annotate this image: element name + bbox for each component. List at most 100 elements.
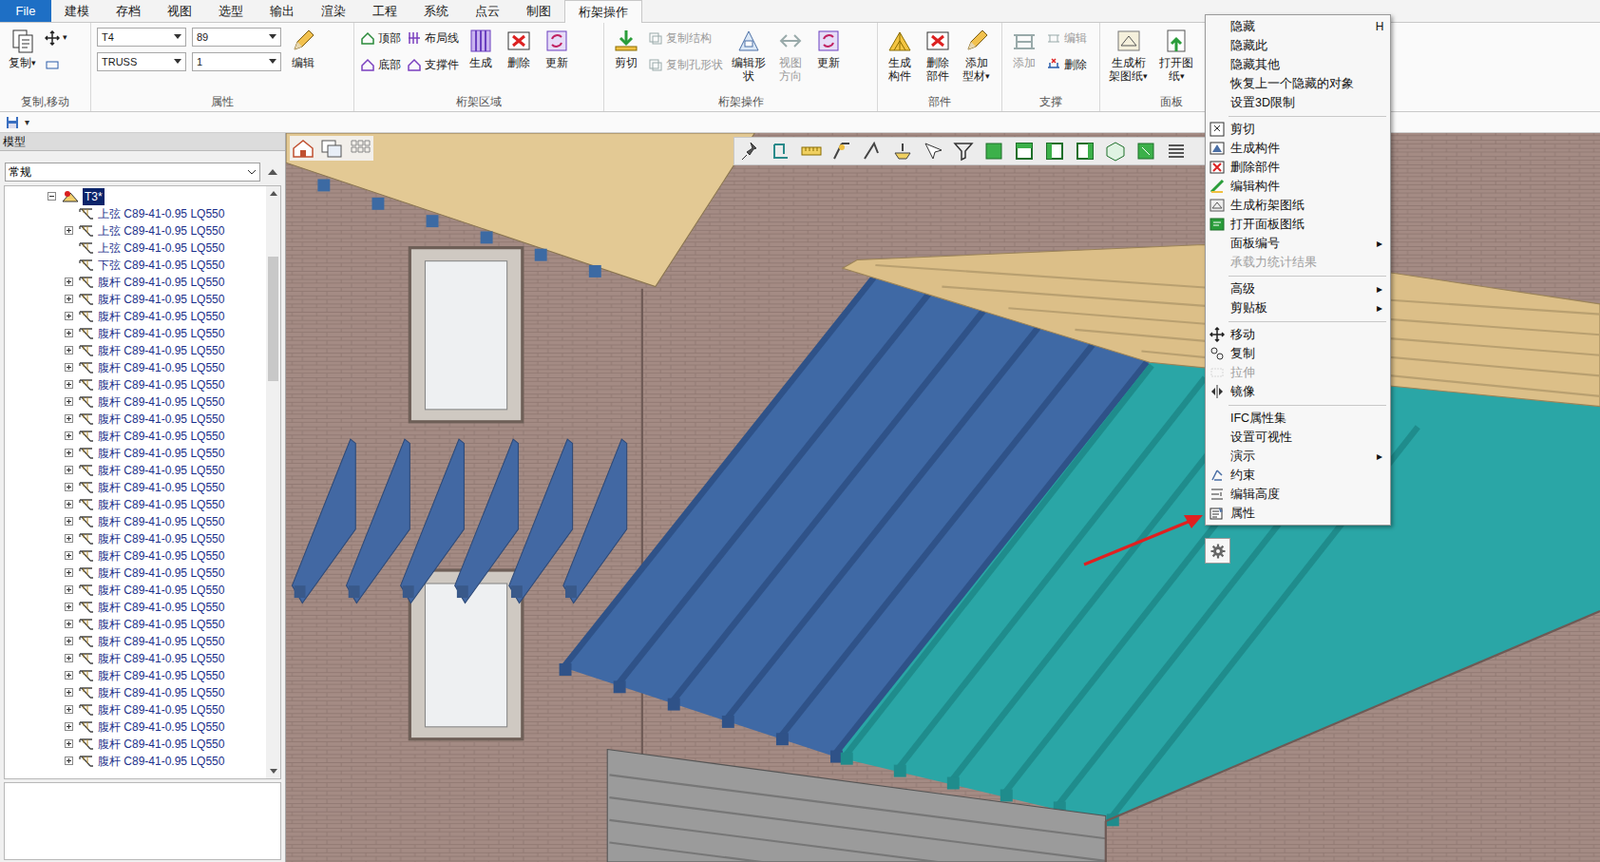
scroll-thumb[interactable] xyxy=(267,256,279,381)
tree-expander[interactable] xyxy=(64,619,76,630)
menu-item[interactable]: 属性 xyxy=(1205,503,1391,523)
ribbon-tab[interactable]: 工程 xyxy=(359,0,411,22)
tree-item[interactable]: 腹杆 C89-41-0.95 LQ550 xyxy=(4,495,281,514)
menu-item[interactable]: 恢复上一个隐藏的对象 xyxy=(1205,74,1391,94)
property-combo[interactable]: 1 xyxy=(191,52,282,72)
ribbon-tab[interactable]: 输出 xyxy=(256,0,308,22)
ribbon-tab[interactable]: File xyxy=(0,0,52,22)
ribbon-tab[interactable]: 桁架操作 xyxy=(564,0,643,23)
ribbon-button[interactable]: 视图方向 xyxy=(774,27,807,83)
ribbon-small-button[interactable]: 布局线 xyxy=(406,27,459,49)
tree-item[interactable]: 腹杆 C89-41-0.95 LQ550 xyxy=(4,427,281,445)
tree-item[interactable]: 腹杆 C89-41-0.95 LQ550 xyxy=(4,444,281,462)
menu-item[interactable]: 面板编号▸ xyxy=(1205,233,1391,253)
tree-item[interactable]: 腹杆 C89-41-0.95 LQ550 xyxy=(4,718,281,736)
ribbon-tab[interactable]: 选型 xyxy=(205,0,257,22)
ribbon-tab[interactable]: 建模 xyxy=(51,0,103,22)
ribbon-button[interactable]: 添加 xyxy=(1008,27,1041,70)
menu-item[interactable]: 高级▸ xyxy=(1205,279,1391,299)
ribbon-tab[interactable]: 存档 xyxy=(102,0,154,22)
tree-expander[interactable] xyxy=(64,499,76,511)
tree-item[interactable]: 腹杆 C89-41-0.95 LQ550 xyxy=(4,342,281,360)
tree-item[interactable]: 腹杆 C89-41-0.95 LQ550 xyxy=(4,478,281,496)
tree-expander[interactable] xyxy=(64,636,76,648)
tree-expander[interactable] xyxy=(64,670,76,682)
tree-expander[interactable] xyxy=(64,277,76,288)
menu-item[interactable]: 设置可视性 xyxy=(1205,427,1391,447)
tree-expander[interactable] xyxy=(64,397,76,408)
filter-dropdown[interactable]: 常规 xyxy=(4,162,261,182)
tree-expander[interactable] xyxy=(64,739,76,750)
ribbon-button[interactable]: 更新 xyxy=(812,27,845,70)
tree-item[interactable]: 腹杆 C89-41-0.95 LQ550 xyxy=(4,649,281,667)
menu-item[interactable]: 隐藏此 xyxy=(1205,36,1391,56)
tree-item[interactable]: 腹杆 C89-41-0.95 LQ550 xyxy=(4,735,281,753)
menu-item[interactable]: 复制 xyxy=(1205,343,1391,363)
menu-item[interactable]: 生成构件 xyxy=(1205,138,1391,158)
tree-item[interactable]: 腹杆 C89-41-0.95 LQ550 xyxy=(4,273,281,291)
ribbon-tab[interactable]: 制图 xyxy=(513,0,565,22)
tree-expander[interactable] xyxy=(64,551,76,562)
tree-item[interactable]: 腹杆 C89-41-0.95 LQ550 xyxy=(4,632,281,650)
ribbon-button[interactable]: 生成构件 xyxy=(883,27,916,83)
menu-item[interactable]: 剪贴板▸ xyxy=(1205,298,1391,318)
3d-view[interactable] xyxy=(285,133,1600,862)
tree-expander[interactable] xyxy=(64,345,76,357)
ribbon-tab[interactable]: 视图 xyxy=(153,0,206,22)
tree-expander[interactable] xyxy=(64,209,76,220)
tree-item[interactable]: 腹杆 C89-41-0.95 LQ550 xyxy=(4,701,281,719)
tree-expander[interactable] xyxy=(64,482,76,494)
tree-item[interactable]: 腹杆 C89-41-0.95 LQ550 xyxy=(4,513,281,531)
tree-expander[interactable] xyxy=(64,704,76,716)
tree-root-row[interactable]: T3* xyxy=(4,188,281,206)
ribbon-button[interactable]: 剪切 xyxy=(609,27,643,70)
tree-expander[interactable] xyxy=(64,585,76,596)
tree-expander[interactable] xyxy=(64,260,76,271)
settings-button[interactable] xyxy=(1204,537,1231,564)
ribbon-button[interactable]: 打开图纸▾ xyxy=(1156,27,1197,83)
ribbon-small-button[interactable]: 底部 xyxy=(360,54,401,76)
tree-item[interactable]: 腹杆 C89-41-0.95 LQ550 xyxy=(4,410,281,428)
ribbon-button[interactable]: 编辑 xyxy=(286,27,320,70)
tree-item[interactable]: 腹杆 C89-41-0.95 LQ550 xyxy=(4,581,281,599)
ribbon-button[interactable]: 更新 xyxy=(540,27,573,70)
tree-expander[interactable] xyxy=(64,722,76,733)
property-combo[interactable]: TRUSS xyxy=(96,52,187,72)
tree-item[interactable]: 腹杆 C89-41-0.95 LQ550 xyxy=(4,564,281,582)
ribbon-small-button[interactable]: 复制孔形状 xyxy=(647,54,724,76)
ribbon-small-button[interactable]: 顶部 xyxy=(360,27,401,49)
tree-item[interactable]: 腹杆 C89-41-0.95 LQ550 xyxy=(4,547,281,565)
tree-item[interactable]: 腹杆 C89-41-0.95 LQ550 xyxy=(4,598,281,616)
property-combo[interactable]: T4 xyxy=(96,27,187,47)
menu-item[interactable]: 隐藏H xyxy=(1205,17,1391,37)
tree-item[interactable]: 腹杆 C89-41-0.95 LQ550 xyxy=(4,461,281,479)
ribbon-button[interactable]: 编辑形状 xyxy=(728,27,769,83)
menu-item[interactable]: IFC属性集 xyxy=(1205,408,1391,428)
tree-expander[interactable] xyxy=(64,533,76,545)
ribbon-tab[interactable]: 渲染 xyxy=(307,0,360,22)
menu-item[interactable]: 隐藏其他 xyxy=(1205,55,1391,75)
tree-expander[interactable] xyxy=(64,465,76,477)
menu-item[interactable]: 编辑高度 xyxy=(1205,484,1391,504)
tree-item[interactable]: 上弦 C89-41-0.95 LQ550 xyxy=(4,222,281,240)
tree-expander[interactable] xyxy=(64,243,76,254)
menu-item[interactable]: 剪切 xyxy=(1205,119,1391,139)
ribbon-button[interactable]: 复制▾ xyxy=(5,27,39,70)
tree-item[interactable]: 腹杆 C89-41-0.95 LQ550 xyxy=(4,324,281,343)
tree-expander[interactable] xyxy=(64,448,76,459)
tree-expander[interactable] xyxy=(64,653,76,665)
menu-item[interactable]: 约束 xyxy=(1205,465,1391,485)
tree-item[interactable]: 腹杆 C89-41-0.95 LQ550 xyxy=(4,615,281,633)
tree-expander[interactable] xyxy=(64,226,76,237)
menu-item[interactable]: 镜像 xyxy=(1205,381,1391,401)
tree-expander[interactable] xyxy=(64,311,76,323)
tree-expander[interactable] xyxy=(64,602,76,613)
tree-expander[interactable] xyxy=(64,756,76,767)
ribbon-button[interactable]: 删除部件 xyxy=(921,27,954,83)
tree-item[interactable]: 上弦 C89-41-0.95 LQ550 xyxy=(4,239,281,257)
ribbon-small-button[interactable] xyxy=(44,54,68,76)
menu-item[interactable]: 移动 xyxy=(1205,324,1391,344)
tree-item[interactable]: 腹杆 C89-41-0.95 LQ550 xyxy=(4,752,281,770)
tree-item[interactable]: 上弦 C89-41-0.95 LQ550 xyxy=(4,205,281,223)
customize-arrow[interactable]: ▾ xyxy=(24,114,30,130)
